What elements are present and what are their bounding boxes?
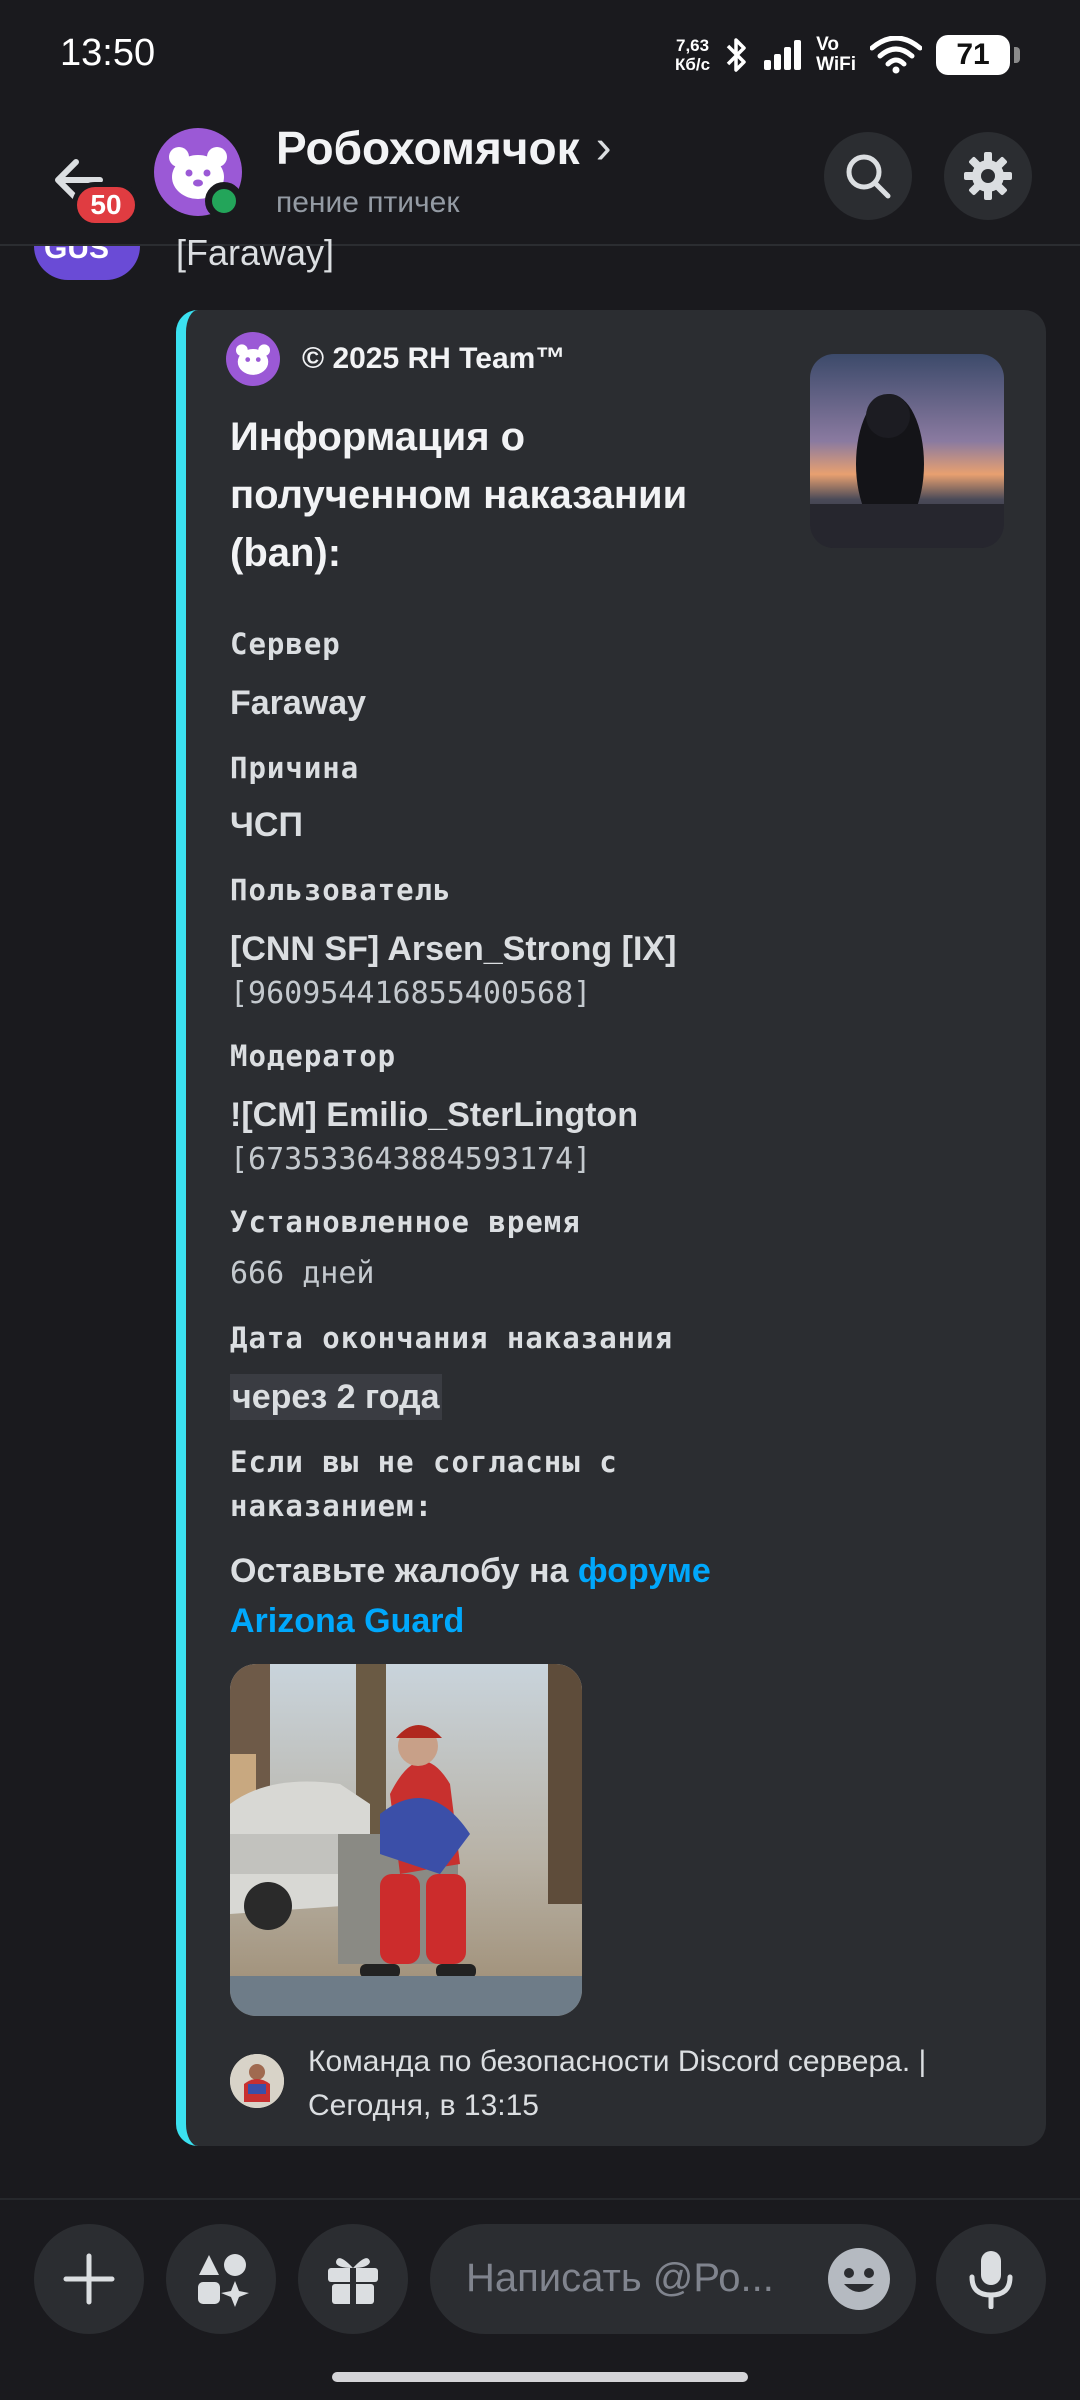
forum-link-continued[interactable]: Arizona Guard: [230, 1602, 464, 1640]
bluetooth-icon: [726, 38, 746, 72]
field-duration-name: Установленное время: [230, 1205, 581, 1239]
field-appeal-value: Оставьте жалобу на форуме Arizona Guard: [230, 1552, 711, 1640]
clock: 13:50: [60, 32, 156, 74]
timestamp-highlight: через 2 года: [230, 1374, 442, 1420]
author-name: © 2025 RH Team™: [302, 342, 566, 375]
field-user-name: Пользователь: [230, 873, 452, 907]
field-duration-value: 666 дней: [230, 1256, 375, 1291]
field-moderator-id: [673533643884593174]: [230, 1142, 592, 1177]
search-button[interactable]: [824, 132, 912, 220]
emoji-icon: [830, 2250, 888, 2308]
unread-badge: 50: [72, 182, 140, 228]
message-input[interactable]: Написать @Ро...: [430, 2224, 916, 2334]
field-user-value: [CNN SF] Arsen_Strong [IX]: [230, 930, 677, 968]
chevron-right-icon: ›: [595, 121, 612, 174]
message-text: [Faraway]: [176, 232, 335, 273]
attach-button[interactable]: [34, 2224, 144, 2334]
voice-button[interactable]: [936, 2224, 1046, 2334]
apps-button[interactable]: [166, 2224, 276, 2334]
message-input-placeholder: Написать @Ро...: [466, 2256, 774, 2300]
field-moderator-value: ![CM] Emilio_SterLington: [230, 1096, 638, 1134]
embed-footer: Команда по безопасности Discord сервера.…: [308, 2045, 927, 2122]
message-composer: Написать @Ро...: [0, 2198, 1080, 2400]
gear-icon: [964, 152, 1012, 200]
forum-link[interactable]: форуме: [578, 1552, 711, 1590]
field-appeal-name: Если вы не согласны с наказанием:: [230, 1445, 618, 1523]
battery-level: 71: [936, 35, 1010, 75]
microphone-icon: [969, 2251, 1013, 2309]
wifi-icon: [870, 36, 922, 74]
search-icon: [846, 154, 891, 199]
field-moderator-name: Модератор: [230, 1039, 397, 1073]
embed-card: © 2025 RH Team™ Информация о полученном …: [176, 310, 1046, 2146]
home-indicator[interactable]: [332, 2372, 748, 2382]
status-bar: 13:50 7,63 Кб/с Vo WiFi 71: [0, 0, 1080, 110]
field-reason-name: Причина: [230, 751, 360, 785]
author-icon: [226, 332, 280, 386]
gift-icon: [328, 2258, 378, 2304]
field-server-name: Сервер: [230, 627, 341, 661]
embed-title: Информация о полученном наказании (ban):: [230, 415, 688, 575]
hamster-icon: [236, 344, 270, 375]
footer-icon: [230, 2054, 284, 2108]
sender-avatar[interactable]: GUS: [34, 246, 140, 280]
embed-image[interactable]: [230, 1664, 582, 2016]
apps-icon: [198, 2254, 249, 2307]
field-reason-value: ЧСП: [230, 806, 303, 844]
field-end-date-value: через 2 года: [230, 1374, 442, 1420]
settings-button[interactable]: [944, 132, 1032, 220]
custom-status: пение птичек: [276, 186, 460, 219]
cellular-signal-icon: [764, 40, 802, 70]
plus-icon: [63, 2253, 115, 2305]
embed-author: © 2025 RH Team™: [226, 332, 565, 386]
field-user-id: [960954416855400568]: [230, 976, 592, 1011]
embed-thumbnail[interactable]: [810, 354, 1004, 548]
online-status-dot: [205, 182, 243, 220]
chat-header: 50 Робохомячок › пение птичек: [0, 110, 1080, 246]
channel-title[interactable]: Робохомячок ›: [276, 120, 612, 175]
gift-button[interactable]: [298, 2224, 408, 2334]
network-speed: 7,63 Кб/с: [675, 36, 711, 74]
field-server-value: Faraway: [230, 684, 367, 722]
battery-icon: 71: [936, 35, 1020, 75]
emoji-button[interactable]: [828, 2248, 890, 2310]
field-end-date-name: Дата окончания наказания: [230, 1321, 674, 1355]
vowifi-indicator: Vo WiFi: [816, 34, 856, 75]
status-icons: 7,63 Кб/с Vo WiFi 71: [675, 30, 1020, 80]
